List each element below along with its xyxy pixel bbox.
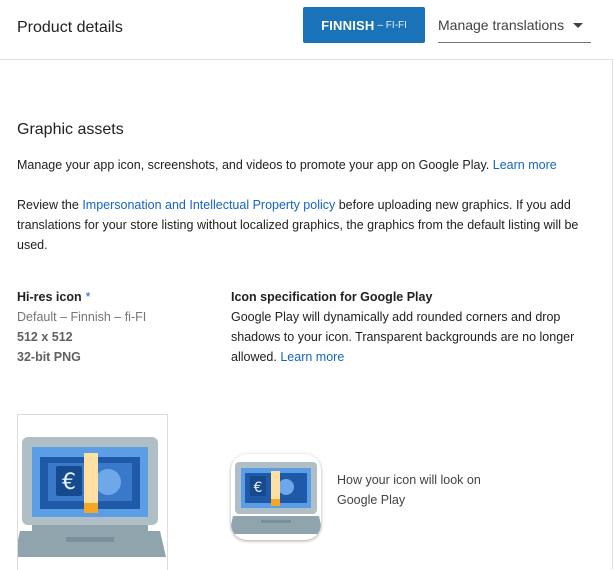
svg-text:€: € [254, 480, 263, 496]
svg-text:€: € [62, 470, 76, 495]
page-title: Product details [17, 19, 123, 36]
page-header: Product details FINNISH – FI-FI Manage t… [0, 0, 613, 60]
icon-spec-learn-more-link[interactable]: Learn more [280, 350, 344, 364]
hires-icon-spec: Hi-res icon * Default – Finnish – fi-FI 5… [17, 287, 146, 367]
hires-icon-upload[interactable]: € [17, 414, 168, 570]
chevron-down-icon [573, 22, 583, 28]
manage-translations-label: Manage translations [438, 17, 565, 33]
preview-caption: How your icon will look on Google Play [337, 473, 481, 507]
language-code: – FI-FI [377, 19, 407, 31]
language-button[interactable]: FINNISH – FI-FI [303, 7, 425, 43]
laptop-euro-preview-icon: € [231, 462, 321, 534]
policy-link[interactable]: Impersonation and Intellectual Property … [82, 198, 335, 212]
section-title: Graphic assets [17, 121, 124, 138]
intro-text: Manage your app icon, screenshots, and v… [17, 158, 490, 172]
hires-icon-size: 512 x 512 [17, 330, 73, 344]
required-marker: * [85, 290, 91, 304]
laptop-euro-icon: € [18, 437, 166, 557]
intro-paragraph: Manage your app icon, screenshots, and v… [17, 155, 602, 175]
hires-icon-label: Hi-res icon [17, 290, 82, 304]
icon-spec-title: Icon specification for Google Play [231, 290, 433, 304]
review-paragraph: Review the Impersonation and Intellectua… [17, 195, 602, 255]
intro-learn-more-link[interactable]: Learn more [493, 158, 557, 172]
review-prefix: Review the [17, 198, 79, 212]
hires-icon-locale: Default – Finnish – fi-FI [17, 310, 147, 324]
language-name: FINNISH [321, 17, 375, 33]
icon-specification: Icon specification for Google Play Googl… [231, 287, 601, 367]
icon-preview: € [231, 454, 321, 540]
hires-icon-format: 32-bit PNG [17, 350, 81, 364]
manage-translations-dropdown[interactable]: Manage translations [438, 8, 591, 43]
